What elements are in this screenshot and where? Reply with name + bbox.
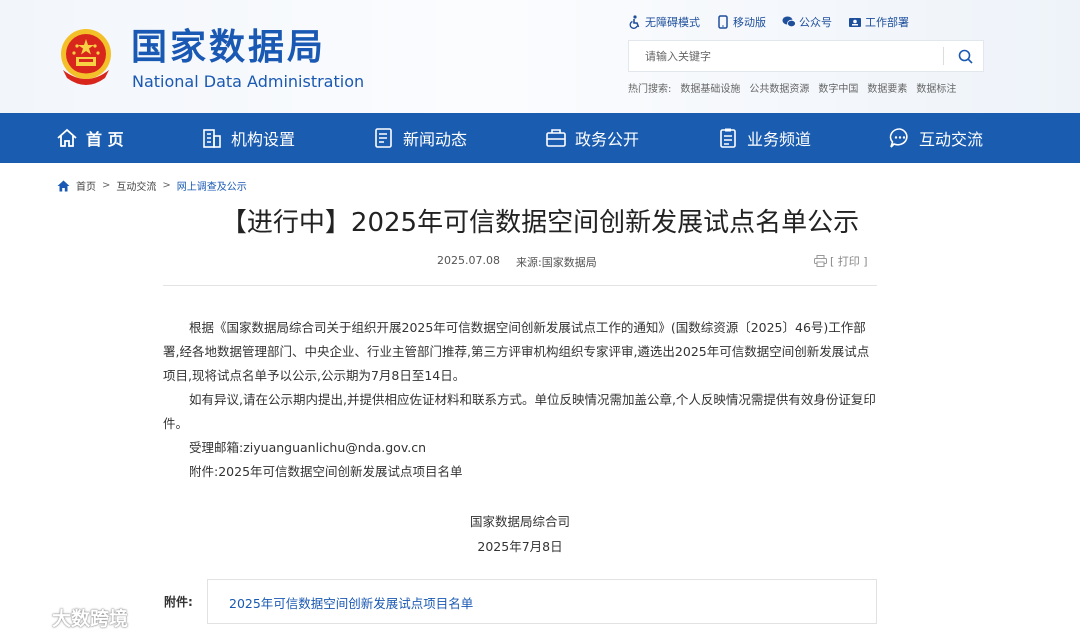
site-title-en: National Data Administration — [132, 72, 365, 91]
wechat-link[interactable]: 公众号 — [782, 14, 832, 30]
watermark: 大数跨境 — [8, 604, 128, 631]
work-icon — [849, 18, 861, 27]
watermark-logo-icon — [8, 608, 47, 626]
national-emblem-icon — [61, 29, 111, 85]
search-divider — [943, 47, 944, 65]
home-icon — [57, 180, 70, 191]
article-source: 来源:国家数据局 — [515, 256, 597, 269]
nav-label: 业务频道 — [747, 130, 812, 149]
hot-word[interactable]: 公共数据资源 — [749, 80, 809, 95]
government-icon — [546, 129, 566, 147]
nav-item-government[interactable]: 政务公开 — [545, 113, 639, 163]
article-paragraph: 根据《国家数据局综合司关于组织开展2025年可信数据空间创新发展试点工作的通知》… — [163, 320, 870, 383]
wechat-label: 公众号 — [799, 16, 832, 29]
work-label: 工作部署 — [865, 16, 909, 29]
nav-label: 新闻动态 — [403, 130, 468, 149]
signer: 国家数据局综合司 — [469, 514, 570, 529]
search-input[interactable] — [629, 41, 943, 71]
breadcrumb-separator: > — [102, 180, 111, 191]
watermark-text: 大数跨境 — [52, 608, 129, 630]
attachment-link[interactable]: 2025年可信数据空间创新发展试点项目名单 — [229, 593, 473, 612]
nav-item-news[interactable]: 新闻动态 — [373, 113, 467, 163]
search-icon — [958, 49, 973, 64]
print-button[interactable]: [ 打印 ] — [814, 253, 868, 269]
breadcrumb-home[interactable]: 首页 — [76, 178, 96, 193]
article-title: 【进行中】2025年可信数据空间创新发展试点名单公示 — [220, 208, 860, 238]
breadcrumb-interaction[interactable]: 互动交流 — [116, 178, 156, 193]
clipboard-icon — [720, 128, 736, 148]
mobile-link[interactable]: 移动版 — [716, 14, 766, 30]
work-link[interactable]: 工作部署 — [848, 14, 909, 30]
nav-label: 政务公开 — [575, 130, 640, 149]
nav-item-organization[interactable]: 机构设置 — [201, 113, 295, 163]
hot-search-label: 热门搜索: — [628, 84, 672, 95]
search-button[interactable] — [947, 41, 983, 71]
hot-word[interactable]: 数据要素 — [867, 80, 907, 95]
breadcrumb-separator: > — [162, 180, 171, 191]
printer-icon — [814, 255, 827, 267]
contact-email: 受理邮箱:ziyuanguanlichu@nda.gov.cn — [189, 440, 427, 455]
site-header: 国家数据局 National Data Administration 无障碍模式… — [0, 0, 1080, 113]
attachment-box: 2025年可信数据空间创新发展试点项目名单 — [207, 579, 877, 624]
hot-word[interactable]: 数据基础设施 — [680, 80, 740, 95]
chat-icon — [889, 128, 908, 148]
breadcrumb: 首页 > 互动交流 > 网上调查及公示 — [57, 178, 247, 193]
nav-label: 互动交流 — [919, 130, 984, 149]
title-divider — [163, 285, 877, 286]
hot-word[interactable]: 数据标注 — [916, 80, 956, 95]
attachment-label: 附件: — [164, 595, 193, 609]
nav-item-business[interactable]: 业务频道 — [717, 113, 811, 163]
accessibility-icon — [629, 15, 640, 29]
building-icon — [203, 129, 221, 148]
mobile-label: 移动版 — [733, 16, 766, 29]
accessibility-link[interactable]: 无障碍模式 — [628, 14, 700, 30]
home-icon — [57, 128, 77, 147]
article-paragraph: 如有异议,请在公示期内提出,并提供相应佐证材料和联系方式。单位反映情况需加盖公章… — [163, 392, 876, 431]
nav-item-home[interactable]: 首 页 — [56, 113, 124, 163]
top-links: 无障碍模式 移动版 公众号 工作部署 — [628, 14, 909, 30]
accessibility-label: 无障碍模式 — [645, 16, 700, 29]
hot-search: 热门搜索: 数据基础设施 公共数据资源 数字中国 数据要素 数据标注 — [628, 80, 956, 95]
hot-word[interactable]: 数字中国 — [818, 80, 858, 95]
nav-label: 机构设置 — [231, 130, 296, 149]
mobile-icon — [718, 15, 728, 29]
attachment-note: 附件:2025年可信数据空间创新发展试点项目名单 — [189, 464, 463, 479]
nav-item-interaction[interactable]: 互动交流 — [889, 113, 983, 163]
sign-date: 2025年7月8日 — [477, 539, 563, 554]
article-meta: 2025.07.08 来源:国家数据局 — [437, 254, 597, 270]
article-body: 根据《国家数据局综合司关于组织开展2025年可信数据空间创新发展试点工作的通知》… — [163, 316, 877, 484]
search-box — [628, 40, 984, 72]
wechat-icon — [782, 16, 796, 28]
main-nav: 首 页 机构设置 新闻动态 政务公开 业务频道 互动交流 — [0, 113, 1080, 163]
site-title-cn: 国家数据局 — [131, 27, 327, 68]
nav-label: 首 页 — [86, 130, 124, 149]
news-icon — [375, 128, 392, 148]
signature-block: 国家数据局综合司 2025年7月8日 — [0, 509, 1040, 559]
print-label: [ 打印 ] — [830, 255, 868, 268]
article-date: 2025.07.08 — [437, 254, 500, 267]
breadcrumb-current[interactable]: 网上调查及公示 — [177, 178, 247, 193]
